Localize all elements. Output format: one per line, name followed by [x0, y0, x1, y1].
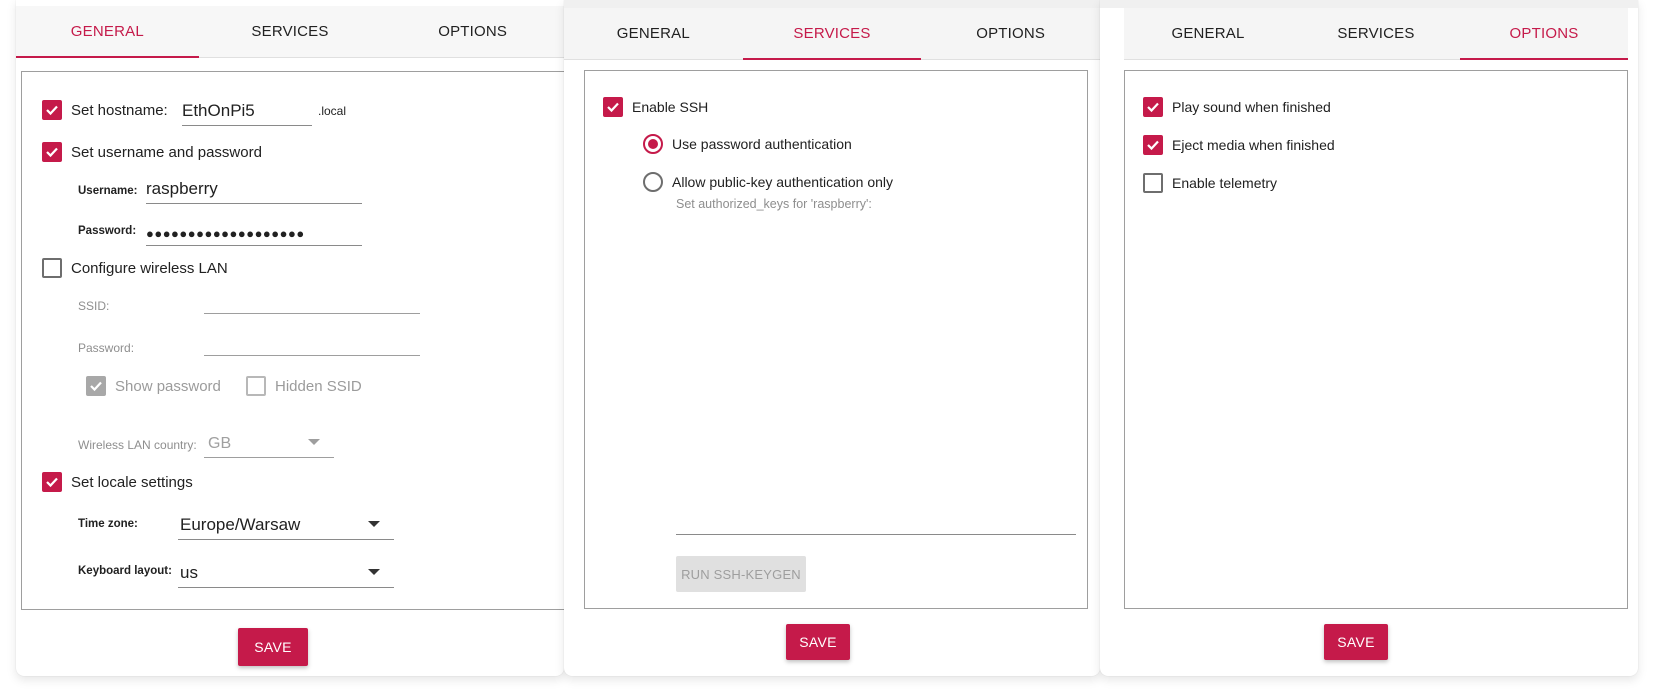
hostname-checkbox[interactable]	[42, 100, 62, 120]
ssh-row: Enable SSH	[603, 97, 708, 117]
chevron-down-icon	[368, 569, 380, 575]
show-password-row: Show password	[86, 376, 221, 396]
password-input[interactable]: ●●●●●●●●●●●●●●●●●●●	[146, 210, 362, 246]
wlan-country-label: Wireless LAN country:	[78, 438, 197, 452]
run-ssh-keygen-button[interactable]: RUN SSH-KEYGEN	[676, 556, 806, 592]
timezone-select[interactable]: Europe/Warsaw	[178, 500, 394, 540]
hostname-row: Set hostname:	[42, 100, 168, 120]
ssid-label: SSID:	[78, 299, 110, 313]
general-content: Set hostname: EthOnPi5 .local Set userna…	[21, 71, 565, 610]
ssh-checkbox[interactable]	[603, 97, 623, 117]
hostname-label: Set hostname:	[71, 101, 168, 119]
wlan-country-value: GB	[208, 435, 232, 452]
username-label: Username:	[78, 185, 138, 197]
services-content: Enable SSH Use password authentication A…	[584, 70, 1088, 609]
keyboard-label: Keyboard layout:	[78, 565, 172, 577]
hidden-ssid-checkbox[interactable]	[246, 376, 266, 396]
save-button[interactable]: SAVE	[786, 624, 850, 660]
keyboard-select[interactable]: us	[178, 548, 394, 588]
chevron-down-icon	[368, 521, 380, 527]
wlan-row: Configure wireless LAN	[42, 258, 228, 278]
password-auth-label: Use password authentication	[672, 136, 852, 152]
authorized-keys-textarea[interactable]	[676, 221, 1076, 535]
locale-row: Set locale settings	[42, 472, 193, 492]
username-value: raspberry	[146, 179, 218, 198]
options-settings-panel: GENERAL SERVICES OPTIONS Play sound when…	[1100, 0, 1638, 676]
ssid-input[interactable]	[204, 284, 420, 314]
hostname-input[interactable]: EthOnPi5	[182, 92, 312, 126]
password-auth-radio[interactable]	[643, 134, 663, 154]
play-sound-checkbox[interactable]	[1143, 97, 1163, 117]
pubkey-auth-row: Allow public-key authentication only	[643, 172, 893, 192]
wlan-password-input[interactable]	[204, 326, 420, 356]
tab-bar: GENERAL SERVICES OPTIONS	[564, 8, 1100, 60]
timezone-value: Europe/Warsaw	[180, 515, 301, 534]
wlan-password-label: Password:	[78, 341, 135, 355]
tab-general[interactable]: GENERAL	[16, 6, 199, 58]
eject-media-label: Eject media when finished	[1172, 137, 1335, 153]
wlan-country-select[interactable]: GB	[204, 422, 334, 458]
tab-options[interactable]: OPTIONS	[921, 8, 1100, 59]
hostname-suffix: .local	[318, 104, 347, 118]
general-settings-panel: GENERAL SERVICES OPTIONS Set hostname: E…	[16, 0, 565, 676]
tab-bar: GENERAL SERVICES OPTIONS	[1124, 8, 1628, 60]
tab-options[interactable]: OPTIONS	[381, 6, 564, 57]
user-label: Set username and password	[71, 143, 262, 161]
options-content: Play sound when finished Eject media whe…	[1124, 70, 1628, 609]
password-value: ●●●●●●●●●●●●●●●●●●●	[146, 226, 305, 241]
telemetry-label: Enable telemetry	[1172, 175, 1278, 191]
save-button[interactable]: SAVE	[238, 628, 308, 666]
option-row: Enable telemetry	[1143, 173, 1277, 193]
tab-general[interactable]: GENERAL	[1124, 8, 1292, 59]
chevron-down-icon	[308, 439, 320, 445]
tab-services[interactable]: SERVICES	[1292, 8, 1460, 59]
hidden-ssid-label: Hidden SSID	[275, 377, 362, 395]
hostname-value: EthOnPi5	[182, 101, 255, 120]
ssh-label: Enable SSH	[632, 99, 709, 115]
wlan-checkbox[interactable]	[42, 258, 62, 278]
save-button[interactable]: SAVE	[1324, 624, 1388, 660]
tab-bar: GENERAL SERVICES OPTIONS	[16, 6, 564, 58]
pubkey-auth-label: Allow public-key authentication only	[672, 174, 894, 190]
user-row: Set username and password	[42, 142, 262, 162]
eject-media-checkbox[interactable]	[1143, 135, 1163, 155]
tab-general[interactable]: GENERAL	[564, 8, 743, 59]
locale-label: Set locale settings	[71, 473, 193, 491]
panel-top-strip	[1100, 0, 1638, 8]
tab-options[interactable]: OPTIONS	[1460, 8, 1628, 60]
user-checkbox[interactable]	[42, 142, 62, 162]
show-password-label: Show password	[115, 377, 221, 395]
password-auth-row: Use password authentication	[643, 134, 852, 154]
password-label: Password:	[78, 225, 137, 237]
wlan-label: Configure wireless LAN	[71, 259, 228, 277]
option-row: Play sound when finished	[1143, 97, 1331, 117]
locale-checkbox[interactable]	[42, 472, 62, 492]
timezone-label: Time zone:	[78, 518, 138, 530]
tab-services[interactable]: SERVICES	[199, 6, 382, 57]
show-password-checkbox[interactable]	[86, 376, 106, 396]
play-sound-label: Play sound when finished	[1172, 99, 1331, 115]
telemetry-checkbox[interactable]	[1143, 173, 1163, 193]
panel-top-strip	[564, 0, 1100, 8]
services-settings-panel: GENERAL SERVICES OPTIONS Enable SSH Use …	[564, 0, 1100, 676]
username-input[interactable]: raspberry	[146, 168, 362, 204]
keyboard-value: us	[180, 563, 198, 582]
option-row: Eject media when finished	[1143, 135, 1335, 155]
pubkey-auth-radio[interactable]	[643, 172, 663, 192]
tab-services[interactable]: SERVICES	[742, 8, 922, 60]
hidden-ssid-row: Hidden SSID	[246, 376, 362, 396]
authorized-keys-label: Set authorized_keys for 'raspberry':	[676, 197, 872, 211]
